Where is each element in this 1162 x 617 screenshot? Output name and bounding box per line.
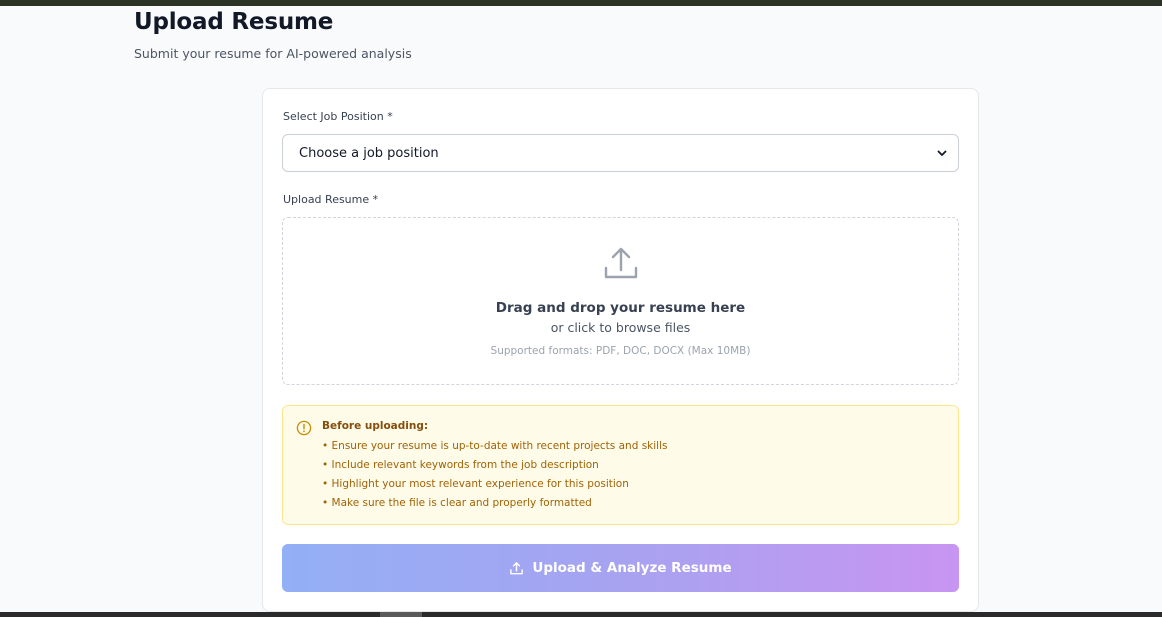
notice-item: • Make sure the file is clear and proper…	[322, 497, 592, 509]
job-position-selected-value: Choose a job position	[299, 145, 439, 161]
upload-form-card: Select Job Position * Choose a job posit…	[262, 88, 979, 612]
browser-top-bar	[0, 0, 1162, 6]
upload-tips-notice: Before uploading: • Ensure your resume i…	[282, 405, 959, 525]
upload-analyze-button-label: Upload & Analyze Resume	[532, 560, 732, 576]
dropzone-formats: Supported formats: PDF, DOC, DOCX (Max 1…	[490, 345, 751, 357]
notice-item: • Ensure your resume is up-to-date with …	[322, 440, 668, 452]
page-subtitle: Submit your resume for AI-powered analys…	[134, 46, 412, 61]
dropzone-title: Drag and drop your resume here	[495, 300, 746, 316]
upload-analyze-button[interactable]: Upload & Analyze Resume	[282, 544, 959, 592]
dropzone-browse-text[interactable]: or click to browse files	[283, 320, 958, 335]
chevron-down-icon	[937, 150, 947, 156]
upload-icon	[510, 561, 524, 574]
notice-list: • Ensure your resume is up-to-date with …	[322, 439, 667, 515]
notice-title: Before uploading:	[322, 420, 429, 432]
taskbar-indicator	[380, 612, 422, 617]
notice-item: • Highlight your most relevant experienc…	[322, 478, 629, 490]
job-position-select[interactable]: Choose a job position	[282, 134, 959, 172]
resume-dropzone[interactable]: Drag and drop your resume here or click …	[282, 217, 959, 385]
notice-item: • Include relevant keywords from the job…	[322, 459, 599, 471]
info-circle-icon	[296, 420, 312, 436]
upload-resume-label: Upload Resume *	[283, 193, 379, 206]
page-title: Upload Resume	[134, 9, 334, 35]
browser-bottom-bar	[0, 612, 1162, 617]
job-position-label: Select Job Position *	[283, 110, 393, 123]
upload-icon	[604, 247, 638, 279]
